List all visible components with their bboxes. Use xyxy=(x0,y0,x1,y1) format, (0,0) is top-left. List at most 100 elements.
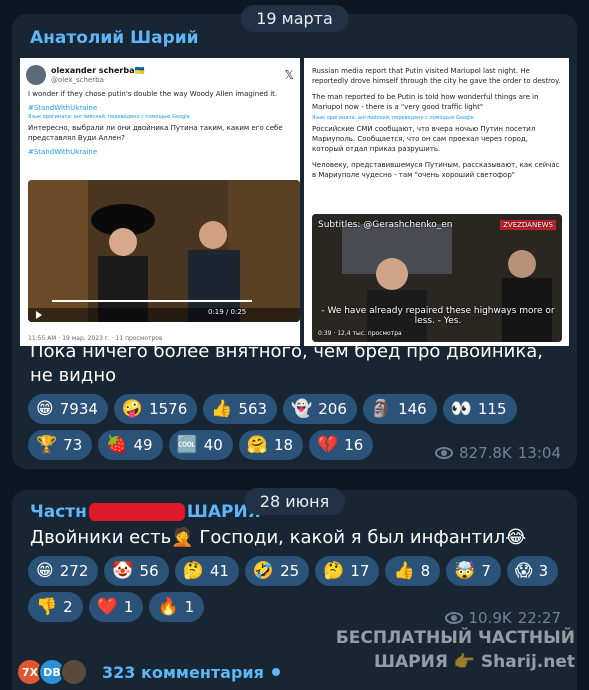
message-text: Двойники есть🤦 Господи, какой я был инфа… xyxy=(30,527,527,548)
reaction-button[interactable]: 🍓 49 xyxy=(98,430,163,460)
reaction-count: 1576 xyxy=(149,400,188,418)
watermark-line-2: ШАРИЯ 👉 Sharij.net xyxy=(373,652,575,672)
video-frame-image xyxy=(28,180,300,322)
reaction-count: 73 xyxy=(63,436,83,454)
tweet-screenshot-2[interactable]: Russian media report that Putin visited … xyxy=(304,58,569,346)
reaction-count: 1 xyxy=(123,598,134,616)
tweet-author-handle: @olex_scherba xyxy=(51,75,104,84)
reaction-emoji: 👻 xyxy=(291,399,313,419)
reaction-button[interactable]: 🔥 1 xyxy=(149,592,205,622)
reaction-count: 1 xyxy=(184,598,195,616)
comments-button[interactable]: 7X DB 323 комментария xyxy=(16,658,280,686)
video-thumbnail[interactable]: 0:19 / 0:25 xyxy=(28,180,300,322)
reaction-count: 272 xyxy=(59,562,89,580)
reaction-button[interactable]: ❤️ 1 xyxy=(88,592,144,622)
reaction-button[interactable]: 🤗 18 xyxy=(238,430,304,460)
watermark-line-1: БЕСПЛАТНЫЙ ЧАСТНЫЙ xyxy=(335,628,575,648)
reaction-button[interactable]: 👎 2 xyxy=(28,592,83,622)
tweet-screenshot-1[interactable]: olexander scherba🇺🇦 @olex_scherba 𝕏 I wo… xyxy=(20,58,300,346)
message-meta: 827.8K 13:04 xyxy=(434,444,561,462)
reaction-emoji: ❤️ xyxy=(96,597,118,617)
video-subtitle-credit: Subtitles: @Gerashchenko_en xyxy=(318,220,453,230)
reaction-button[interactable]: 🤯 7 xyxy=(446,556,501,586)
reaction-button[interactable]: 🤔 17 xyxy=(315,556,380,586)
reaction-count: 206 xyxy=(318,400,347,418)
tweet-text-ru: Интересно, выбрали ли они двойника Путин… xyxy=(28,124,283,142)
news-badge: ZVEZDANEWS xyxy=(500,220,556,230)
reaction-count: 25 xyxy=(280,562,300,580)
author-name[interactable]: Анатолий Шарий xyxy=(30,28,199,48)
reaction-count: 41 xyxy=(209,562,229,580)
reaction-count: 49 xyxy=(133,436,153,454)
reaction-button[interactable]: 😱 3 xyxy=(506,556,559,586)
reaction-button[interactable]: 🗿 146 xyxy=(362,394,437,424)
tweet-author-name: olexander scherba🇺🇦 xyxy=(51,65,145,75)
unread-dot-icon xyxy=(271,668,280,676)
reaction-button[interactable]: 👻 206 xyxy=(283,394,357,424)
reaction-emoji: 😁 xyxy=(36,399,54,419)
tweet-text-en: I wonder if they chose putin's double th… xyxy=(28,90,278,98)
chat-frame: { "post1": { "date": "19 марта", "author… xyxy=(0,0,589,690)
message-time: 13:04 xyxy=(517,444,561,462)
reaction-button[interactable]: 💔 16 xyxy=(309,430,374,460)
views-count: 827.8K xyxy=(458,444,512,462)
reaction-emoji: 👍 xyxy=(393,561,415,581)
reaction-count: 2 xyxy=(63,598,73,616)
x-logo-icon: 𝕏 xyxy=(284,68,294,82)
reaction-button[interactable]: 🏆 73 xyxy=(28,430,93,460)
avatar xyxy=(26,65,46,85)
tweet-text-ru: Человеку, представившемуся Путиным, расс… xyxy=(312,161,560,179)
video-timestamp: 0:19 / 0:25 xyxy=(208,308,247,316)
reaction-button[interactable]: 👍 8 xyxy=(385,556,441,586)
reaction-count: 7934 xyxy=(59,400,98,418)
reaction-button[interactable]: 👀 115 xyxy=(442,394,517,424)
reaction-emoji: 👍 xyxy=(211,399,233,419)
tweet-hashtag: #StandWithUkraine xyxy=(28,148,98,156)
reaction-emoji: 🗿 xyxy=(370,399,393,419)
reaction-emoji: 🆒 xyxy=(176,435,198,455)
commenter-avatar xyxy=(60,658,88,686)
author-name[interactable]: Частн ШАРИЯ xyxy=(30,502,261,522)
reaction-emoji: 🤔 xyxy=(323,561,345,581)
reaction-emoji: 🤗 xyxy=(246,435,268,455)
comments-count-label: 323 комментария xyxy=(102,662,264,682)
eye-icon xyxy=(444,612,463,624)
reaction-button[interactable]: 🤣 25 xyxy=(244,556,310,586)
reaction-count: 7 xyxy=(481,562,491,580)
tweet-text-en: The man reported to be Putin is told how… xyxy=(312,93,539,111)
reaction-count: 3 xyxy=(538,562,549,580)
reaction-button[interactable]: 😁 7934 xyxy=(28,394,108,424)
reaction-emoji: 👀 xyxy=(450,399,472,419)
reaction-count: 56 xyxy=(139,562,159,580)
reaction-count: 17 xyxy=(350,562,370,580)
reaction-emoji: 🤔 xyxy=(182,561,204,581)
reaction-button[interactable]: 🤔 41 xyxy=(174,556,239,586)
tweet-text-ru: Российские СМИ сообщают, что вчера ночью… xyxy=(312,125,536,153)
reaction-button[interactable]: 😁 272 xyxy=(28,556,99,586)
date-separator: 19 марта xyxy=(240,5,349,32)
reaction-count: 8 xyxy=(420,562,431,580)
reaction-emoji: 🤣 xyxy=(252,561,275,581)
message-time: 22:27 xyxy=(517,609,561,627)
reaction-emoji: 🤯 xyxy=(454,561,476,581)
message-bubble-1: Анатолий Шарий olexander scherba🇺🇦 @olex… xyxy=(12,14,577,469)
reaction-button[interactable]: 🤪 1576 xyxy=(113,394,198,424)
reaction-emoji: 😱 xyxy=(514,561,533,581)
reaction-count: 146 xyxy=(398,400,427,418)
views-count: 10.9K xyxy=(468,609,512,627)
reaction-emoji: 🍓 xyxy=(106,435,128,455)
reaction-emoji: 😁 xyxy=(36,561,54,581)
reaction-button[interactable]: 👍 563 xyxy=(203,394,278,424)
reaction-button[interactable]: 🤡 56 xyxy=(104,556,169,586)
reaction-count: 18 xyxy=(273,436,294,454)
reaction-count: 115 xyxy=(477,400,507,418)
reaction-emoji: 🔥 xyxy=(157,597,179,617)
tweet-hashtag: #StandWithUkraine xyxy=(28,104,98,112)
reaction-count: 40 xyxy=(203,436,223,454)
reaction-button[interactable]: 🆒 40 xyxy=(168,430,233,460)
reaction-count: 16 xyxy=(344,436,364,454)
video-thumbnail[interactable]: Subtitles: @Gerashchenko_en ZVEZDANEWS -… xyxy=(312,214,562,342)
reaction-emoji: 🏆 xyxy=(36,435,58,455)
eye-icon xyxy=(434,447,453,459)
reaction-emoji: 🤪 xyxy=(121,399,144,419)
